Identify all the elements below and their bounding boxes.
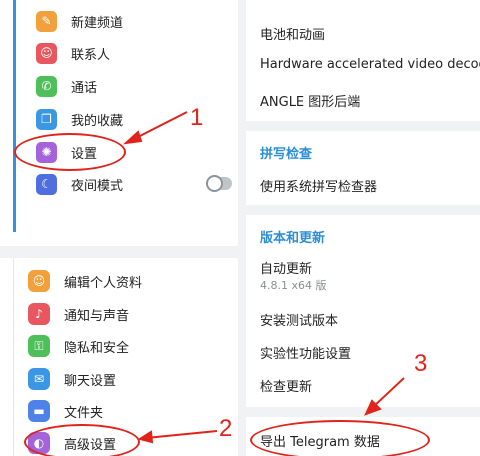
- version-updates-header: 版本和更新: [260, 231, 326, 246]
- settings-item-chat[interactable]: ✉ 聊天设置: [28, 364, 116, 394]
- battery-animations-option[interactable]: 电池和动画: [260, 24, 325, 43]
- settings-item-label: 聊天设置: [64, 373, 117, 389]
- auto-update-option[interactable]: 自动更新: [260, 258, 312, 277]
- version-label: 4.8.1 x64 版: [260, 279, 327, 292]
- list-edge: [13, 258, 14, 456]
- sidebar-item-contacts[interactable]: ☺ 联系人: [36, 38, 110, 68]
- angle-backend-option[interactable]: ANGLE 图形后端: [260, 91, 360, 110]
- spellcheck-header: 拼写检查: [260, 147, 313, 162]
- settings-item-label: 文件夹: [64, 405, 104, 421]
- settings-list: ☺ 编辑个人资料 ♪ 通知与声音 ⚿ 隐私和安全 ✉ 聊天设置 ▬ 文件夹 ◐ …: [0, 258, 238, 456]
- section-divider: [246, 121, 480, 131]
- settings-item-label: 编辑个人资料: [64, 275, 143, 291]
- sidebar-item-label: 新建频道: [71, 15, 124, 31]
- sidebar-item-label: 夜间模式: [71, 178, 124, 194]
- sidebar-item-night-mode[interactable]: ☾ 夜间模式: [36, 169, 123, 199]
- annotation-number-1: 1: [190, 104, 204, 131]
- person-icon: ☺: [36, 42, 57, 64]
- settings-item-privacy[interactable]: ⚿ 隐私和安全: [28, 331, 129, 361]
- lock-icon: ⚿: [28, 335, 50, 357]
- hw-accel-option[interactable]: Hardware accelerated video decod: [260, 57, 480, 72]
- settings-item-label: 隐私和安全: [64, 340, 130, 356]
- panel-divider: [238, 0, 246, 456]
- annotation-circle-export: [250, 420, 430, 456]
- sidebar-item-label: 我的收藏: [71, 113, 124, 129]
- advanced-settings-panel: 电池和动画 Hardware accelerated video decod A…: [246, 0, 480, 456]
- settings-item-folders[interactable]: ▬ 文件夹: [28, 396, 103, 426]
- experimental-settings-option[interactable]: 实验性功能设置: [260, 343, 351, 362]
- section-divider: [246, 407, 480, 417]
- sidebar-item-label: 通话: [71, 80, 98, 96]
- moon-icon: ☾: [36, 173, 57, 195]
- check-updates-option[interactable]: 检查更新: [260, 376, 312, 395]
- annotation-number-2: 2: [219, 415, 233, 442]
- section-divider: [246, 205, 480, 215]
- megaphone-icon: ✎: [36, 10, 57, 32]
- folder-icon: ▬: [28, 400, 50, 422]
- chat-icon: ✉: [28, 368, 50, 390]
- profile-icon: ☺: [28, 270, 50, 292]
- sidebar-item-calls[interactable]: ✆ 通话: [36, 71, 97, 101]
- bookmark-icon: ❒: [36, 108, 57, 130]
- bell-icon: ♪: [28, 303, 50, 325]
- annotation-circle-advanced: [24, 424, 140, 456]
- phone-icon: ✆: [36, 75, 57, 97]
- annotation-circle-settings: [14, 133, 126, 171]
- settings-item-notifications[interactable]: ♪ 通知与声音: [28, 299, 129, 329]
- settings-item-label: 通知与声音: [64, 308, 130, 324]
- night-mode-toggle[interactable]: [206, 175, 232, 192]
- section-divider: [0, 246, 238, 258]
- sidebar-item-new-channel[interactable]: ✎ 新建频道: [36, 6, 123, 36]
- toggle-knob: [206, 175, 223, 192]
- sidebar-accent-bar: [13, 0, 16, 232]
- annotation-number-3: 3: [414, 350, 428, 377]
- install-beta-option[interactable]: 安装测试版本: [260, 310, 338, 329]
- settings-item-edit-profile[interactable]: ☺ 编辑个人资料: [28, 266, 142, 296]
- sidebar-item-saved[interactable]: ❒ 我的收藏: [36, 104, 123, 134]
- system-spellcheck-option[interactable]: 使用系统拼写检查器: [260, 176, 377, 195]
- sidebar-item-label: 联系人: [71, 47, 111, 63]
